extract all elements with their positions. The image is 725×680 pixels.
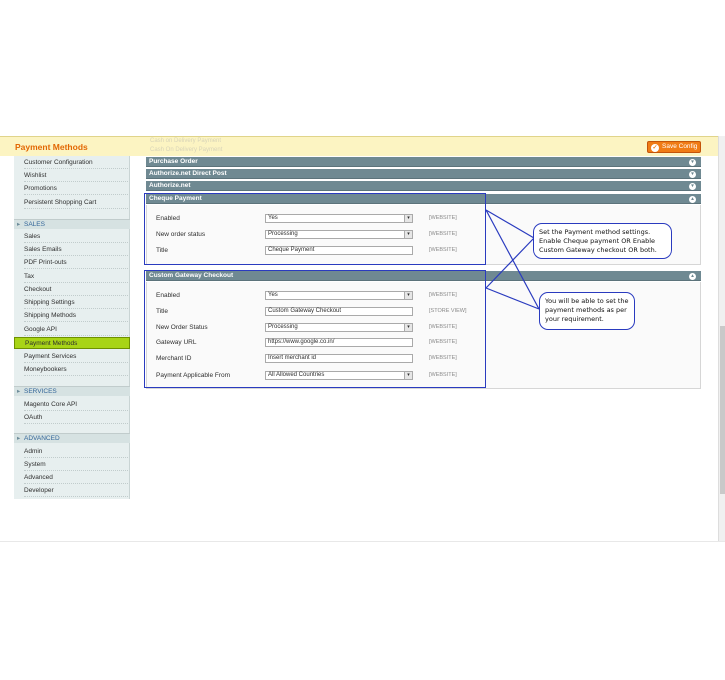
page-scrollbar[interactable] bbox=[718, 136, 725, 541]
admin-config-screen: Cash on Delivery Payment Cash On Deliver… bbox=[0, 0, 725, 680]
callout-settings-note: Set the Payment method settings. Enable … bbox=[533, 223, 672, 259]
connector-line bbox=[485, 287, 540, 310]
scrollbar-thumb[interactable] bbox=[720, 326, 725, 494]
annotation-connector-lines bbox=[485, 209, 540, 310]
connector-line bbox=[485, 237, 535, 289]
page-bottom-divider bbox=[0, 541, 725, 542]
callout-requirement-note: You will be able to set the payment meth… bbox=[539, 292, 635, 330]
